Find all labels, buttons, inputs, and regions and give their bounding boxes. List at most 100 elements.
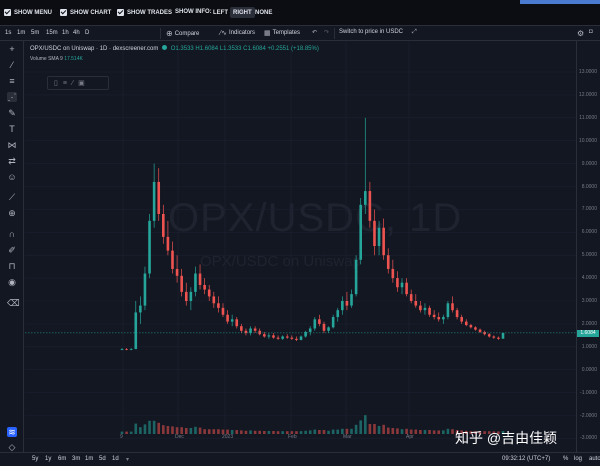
auto-toggle[interactable]: auto <box>589 456 600 462</box>
trend-line-icon[interactable]: ⁄ <box>7 60 17 70</box>
candle-body <box>175 268 179 276</box>
candle-body <box>446 303 450 318</box>
candle-body <box>437 317 441 320</box>
volume-value: 17.514K <box>64 56 83 62</box>
brush-icon[interactable]: ✎ <box>7 108 17 118</box>
show-menu-toggle[interactable]: SHOW MENU <box>4 9 52 16</box>
horizontal-lines-icon[interactable]: ≡ <box>7 76 17 86</box>
candle-body <box>194 273 197 292</box>
candle-body <box>336 310 340 318</box>
price-tick-label: 6.0000 <box>581 229 597 236</box>
candle-body <box>354 259 358 295</box>
lock-icon[interactable]: ⊓ <box>7 261 17 271</box>
price-chart[interactable] <box>25 41 576 452</box>
candle-body <box>272 335 275 338</box>
candle-body <box>487 334 491 337</box>
timeframe-15m[interactable]: 15m <box>46 30 58 36</box>
info-left-button[interactable]: LEFT <box>210 7 231 18</box>
timeframe-D[interactable]: D <box>85 30 89 36</box>
chart-type-icon[interactable]: ⁄ <box>72 80 73 87</box>
candle-body <box>198 273 202 285</box>
lines-icon[interactable]: ≡ <box>63 80 67 87</box>
pattern-icon[interactable]: ⋈ <box>7 140 17 150</box>
candle-body <box>276 337 280 339</box>
candle-body <box>322 323 326 331</box>
checkbox-icon <box>117 9 124 16</box>
ohlc-values: O1.3533 H1.6084 L1.3533 C1.6084 +0.2551 … <box>170 46 319 52</box>
timeframe-5m[interactable]: 5m <box>31 30 39 36</box>
indicators-button[interactable]: ⁄∿ Indicators <box>220 29 255 37</box>
range-5d[interactable]: 5d <box>99 456 106 462</box>
timeframe-1h[interactable]: 1h <box>62 30 69 36</box>
info-right-button[interactable]: RIGHT <box>230 7 255 18</box>
range-1m[interactable]: 1m <box>85 456 93 462</box>
range-5y[interactable]: 5y <box>32 456 38 462</box>
candle-body <box>469 325 473 328</box>
candle-body <box>143 273 147 306</box>
redo-icon[interactable]: ↷ <box>324 29 329 36</box>
candle-body <box>318 319 321 324</box>
candle-body <box>423 307 427 311</box>
candle-body <box>203 284 206 290</box>
candle-body <box>414 301 418 306</box>
templates-button[interactable]: ▦ Templates <box>264 29 300 37</box>
candle-body <box>207 289 211 297</box>
zhihu-watermark-text: 知乎 @吉由佳颖 <box>455 430 558 446</box>
candle-body <box>171 250 174 269</box>
divider <box>334 28 335 39</box>
camera-icon[interactable]: ◘ <box>589 29 593 35</box>
volume-bar <box>359 420 362 434</box>
tradingview-logo-icon[interactable]: ≋ <box>7 427 17 437</box>
timeframe-1m[interactable]: 1m <box>17 30 25 36</box>
compare-button[interactable]: ⊕ Compare <box>166 29 199 38</box>
range-1y[interactable]: 1y <box>45 456 51 462</box>
volume-bar <box>180 427 183 434</box>
volume-bar <box>171 426 174 434</box>
timeframe-1s[interactable]: 1s <box>5 30 11 36</box>
zoom-icon[interactable]: ⊕ <box>7 208 17 218</box>
undo-icon[interactable]: ↶ <box>312 29 317 36</box>
time-tick-label: Apr <box>406 434 414 440</box>
volume-bar <box>354 424 358 434</box>
percent-toggle[interactable]: % <box>563 456 568 462</box>
lock-drawing-icon[interactable]: ✐ <box>7 245 17 255</box>
symbol-label: OPX/USDC on Uniswap · 1D · dexscreener.c… <box>30 46 159 52</box>
info-none-button[interactable]: NONE <box>252 7 275 18</box>
price-tick-label: 11.0000 <box>579 114 597 121</box>
crosshair-icon[interactable]: + <box>7 44 17 54</box>
fullscreen-icon[interactable]: ⤢ <box>412 29 417 36</box>
candle-body <box>363 191 367 205</box>
volume-label: Volume SMA 9 <box>30 56 63 62</box>
candle-body <box>359 204 362 260</box>
switch-price-button[interactable]: Switch to price in USDC <box>339 29 403 35</box>
clock-label[interactable]: 09:32:12 (UTC+7) <box>502 456 550 462</box>
templates-icon: ▦ <box>264 30 271 37</box>
candle-body <box>432 314 436 318</box>
show-chart-toggle[interactable]: SHOW CHART <box>60 9 111 16</box>
trash-icon[interactable]: ⌫ <box>7 298 20 308</box>
candle-body <box>331 317 335 328</box>
show-trades-toggle[interactable]: SHOW TRADES <box>117 9 172 16</box>
settings-icon[interactable]: ▣ <box>78 79 85 87</box>
pitchfork-icon[interactable]: ⋰ <box>7 92 17 102</box>
range-1d[interactable]: 1d <box>112 456 119 462</box>
magnet-icon[interactable]: ∩ <box>7 229 17 239</box>
checkbox-icon <box>4 9 11 16</box>
log-toggle[interactable]: log <box>574 456 582 462</box>
forecast-icon[interactable]: ⇄ <box>7 156 17 166</box>
timeframe-4h[interactable]: 4h <box>73 30 80 36</box>
range-6m[interactable]: 6m <box>58 456 66 462</box>
candle-body <box>386 255 390 269</box>
emoji-icon[interactable]: ☺ <box>7 172 17 182</box>
candle-body <box>377 227 381 247</box>
range-3m[interactable]: 3m <box>72 456 80 462</box>
candle-body <box>400 282 404 288</box>
settings-gear-icon[interactable]: ⚙ <box>577 29 584 38</box>
ruler-icon[interactable]: ⟋ <box>7 192 17 202</box>
date-range-icon[interactable]: ▾ <box>126 456 129 463</box>
layers-icon[interactable]: ◇ <box>7 442 17 452</box>
bars-style-icon[interactable]: ▯ <box>54 79 58 87</box>
eye-icon[interactable]: ◉ <box>7 277 17 287</box>
price-axis[interactable]: 13.0000 12.0000 11.0000 10.0000 9.0000 8.0000… <box>576 41 600 464</box>
text-icon[interactable]: T <box>7 124 17 134</box>
